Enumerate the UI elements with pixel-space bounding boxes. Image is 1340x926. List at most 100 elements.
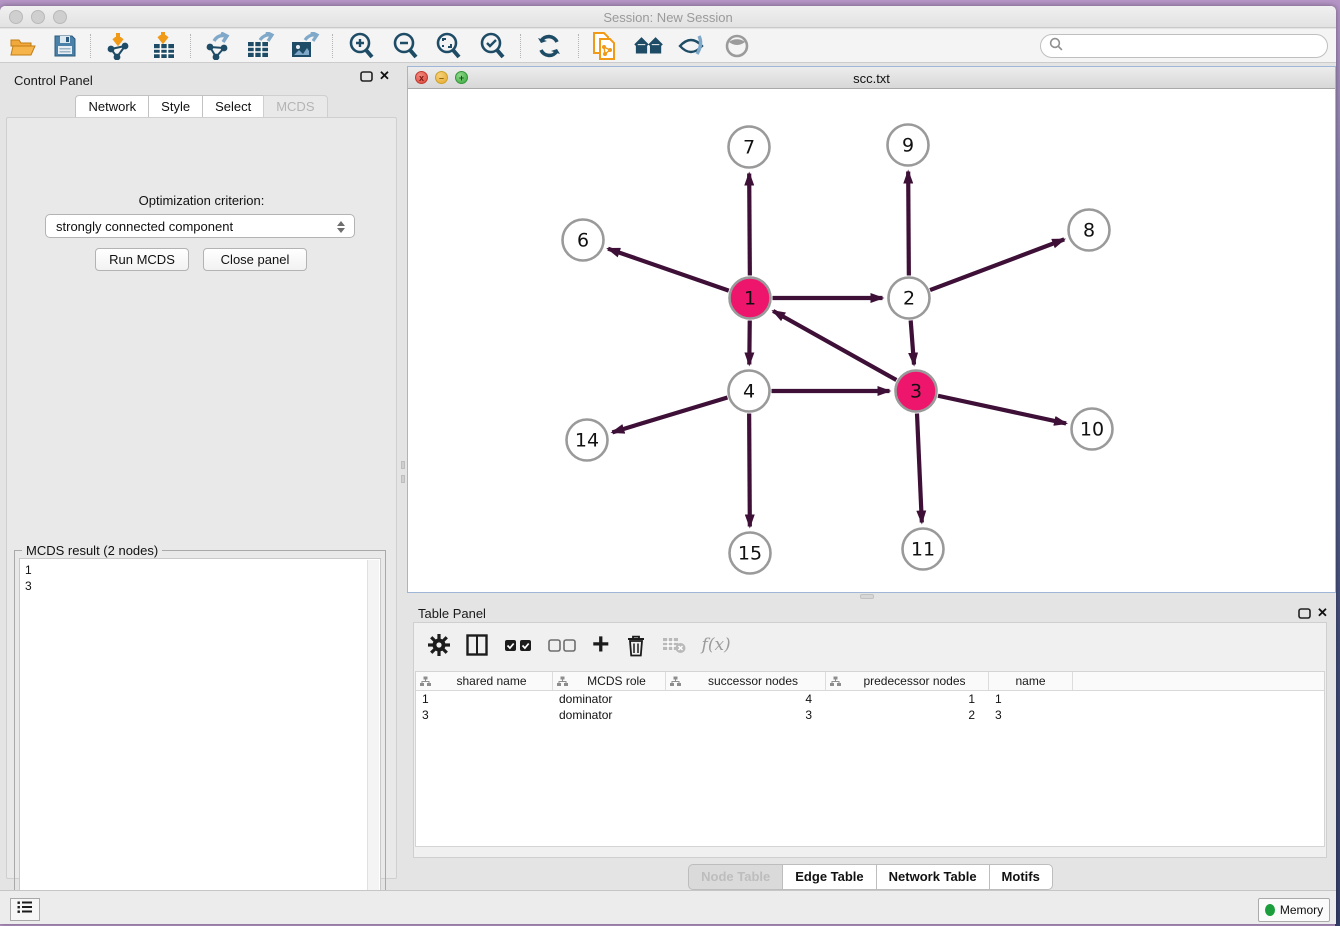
- node-4[interactable]: 4: [729, 371, 770, 412]
- add-column-icon[interactable]: +: [592, 630, 610, 660]
- node-7[interactable]: 7: [729, 127, 770, 168]
- zoom-in-icon[interactable]: [347, 32, 377, 60]
- edge-4-15[interactable]: [749, 413, 750, 526]
- edge-2-9[interactable]: [908, 171, 909, 275]
- column-header-predecessor-nodes[interactable]: predecessor nodes: [826, 672, 989, 690]
- control-panel: Control Panel ✕ NetworkStyleSelectMCDS O…: [0, 63, 403, 890]
- search-field[interactable]: [1040, 34, 1328, 58]
- close-panel-button[interactable]: Close panel: [203, 248, 307, 271]
- main-toolbar: [0, 29, 1336, 63]
- node-15[interactable]: 15: [730, 533, 771, 574]
- zoom-fit-icon[interactable]: [434, 32, 464, 60]
- memory-status-icon: [1265, 904, 1275, 916]
- function-builder-icon[interactable]: f(x): [702, 630, 731, 660]
- edge-4-14[interactable]: [612, 398, 727, 433]
- select-all-icon[interactable]: [504, 630, 532, 660]
- open-session-icon[interactable]: [8, 32, 38, 60]
- network-window-title: scc.txt: [408, 71, 1335, 86]
- memory-button[interactable]: Memory: [1258, 898, 1330, 922]
- dropdown-stepper-icon: [335, 218, 347, 235]
- export-table-icon[interactable]: [246, 32, 276, 60]
- node-10[interactable]: 10: [1072, 409, 1113, 450]
- edge-3-10[interactable]: [938, 396, 1066, 424]
- zoom-out-icon[interactable]: [391, 32, 421, 60]
- tab-network-table[interactable]: Network Table: [876, 864, 989, 890]
- save-session-icon[interactable]: [50, 32, 80, 60]
- export-network-icon[interactable]: [203, 32, 233, 60]
- mcds-result-list[interactable]: 13: [19, 558, 381, 922]
- mcds-result-group: MCDS result (2 nodes) 13: [14, 550, 386, 924]
- tab-edge-table[interactable]: Edge Table: [782, 864, 875, 890]
- column-header-MCDS-role[interactable]: MCDS role: [553, 672, 666, 690]
- import-network-icon[interactable]: [104, 32, 134, 60]
- table-cell[interactable]: 3: [416, 707, 553, 723]
- table-cell[interactable]: 1: [416, 691, 553, 707]
- deselect-all-icon[interactable]: [548, 630, 576, 660]
- node-8[interactable]: 8: [1069, 210, 1110, 251]
- edge-2-3[interactable]: [911, 320, 914, 364]
- table-cell[interactable]: 1: [989, 691, 1073, 707]
- column-header-shared-name[interactable]: shared name: [416, 672, 553, 690]
- show-all-icon[interactable]: [722, 32, 752, 60]
- optimization-criterion-dropdown[interactable]: strongly connected component: [45, 214, 355, 238]
- node-2[interactable]: 2: [889, 278, 930, 319]
- float-panel-icon[interactable]: [360, 71, 373, 84]
- table-cell[interactable]: 3: [989, 707, 1073, 723]
- edge-1-6[interactable]: [608, 249, 729, 291]
- table-cell[interactable]: 4: [666, 691, 826, 707]
- tab-motifs[interactable]: Motifs: [989, 864, 1053, 890]
- tab-mcds[interactable]: MCDS: [263, 95, 327, 119]
- main-titlebar: Session: New Session: [0, 6, 1336, 28]
- node-1[interactable]: 1: [730, 278, 771, 319]
- edge-1-7[interactable]: [749, 173, 750, 275]
- node-11[interactable]: 11: [903, 529, 944, 570]
- close-panel-icon[interactable]: ✕: [379, 70, 390, 82]
- panel-splitter-handle[interactable]: [401, 461, 405, 487]
- tab-style[interactable]: Style: [148, 95, 202, 119]
- window-title: Session: New Session: [0, 10, 1336, 25]
- first-neighbors-icon[interactable]: [634, 32, 664, 60]
- delete-icon[interactable]: [626, 630, 646, 660]
- table-cell[interactable]: dominator: [553, 691, 666, 707]
- delete-table-icon[interactable]: [662, 630, 686, 660]
- column-header-successor-nodes[interactable]: successor nodes: [666, 672, 826, 690]
- table-cell[interactable]: 2: [826, 707, 989, 723]
- svg-text:3: 3: [910, 381, 922, 403]
- columns-icon[interactable]: [466, 630, 488, 660]
- mcds-result-item: 1: [25, 562, 380, 578]
- network-canvas[interactable]: 7 9 6 8 1 2 4 3 14 10 15 11: [409, 89, 1335, 592]
- refresh-icon[interactable]: [534, 32, 564, 60]
- export-image-icon[interactable]: [290, 32, 320, 60]
- svg-text:1: 1: [744, 288, 756, 310]
- table-row[interactable]: 1dominator411: [416, 691, 1324, 707]
- table-cell[interactable]: dominator: [553, 707, 666, 723]
- table-close-panel-icon[interactable]: ✕: [1317, 605, 1328, 621]
- table-panel-title: Table Panel: [418, 606, 486, 621]
- column-header-name[interactable]: name: [989, 672, 1073, 690]
- result-scrollbar[interactable]: [367, 560, 379, 922]
- tab-node-table[interactable]: Node Table: [688, 864, 782, 890]
- gear-icon[interactable]: [428, 630, 450, 660]
- horizontal-splitter-handle[interactable]: [860, 594, 874, 599]
- table-cell[interactable]: 3: [666, 707, 826, 723]
- task-history-button[interactable]: [10, 898, 40, 921]
- node-14[interactable]: 14: [567, 420, 608, 461]
- node-3[interactable]: 3: [896, 371, 937, 412]
- edge-2-8[interactable]: [930, 239, 1064, 290]
- node-9[interactable]: 9: [888, 125, 929, 166]
- table-header-row: shared nameMCDS rolesuccessor nodesprede…: [416, 672, 1324, 691]
- edge-3-11[interactable]: [917, 413, 922, 522]
- import-table-icon[interactable]: [149, 32, 179, 60]
- node-6[interactable]: 6: [563, 220, 604, 261]
- clone-network-icon[interactable]: [590, 32, 620, 60]
- tab-network[interactable]: Network: [75, 95, 148, 119]
- table-cell[interactable]: 1: [826, 691, 989, 707]
- tab-select[interactable]: Select: [202, 95, 263, 119]
- table-row[interactable]: 3dominator323: [416, 707, 1324, 723]
- zoom-selected-icon[interactable]: [478, 32, 508, 60]
- edge-3-1[interactable]: [773, 311, 896, 380]
- svg-text:6: 6: [577, 230, 589, 252]
- node-table[interactable]: shared nameMCDS rolesuccessor nodesprede…: [415, 671, 1325, 847]
- run-mcds-button[interactable]: Run MCDS: [95, 248, 189, 271]
- hide-selected-icon[interactable]: [677, 32, 707, 60]
